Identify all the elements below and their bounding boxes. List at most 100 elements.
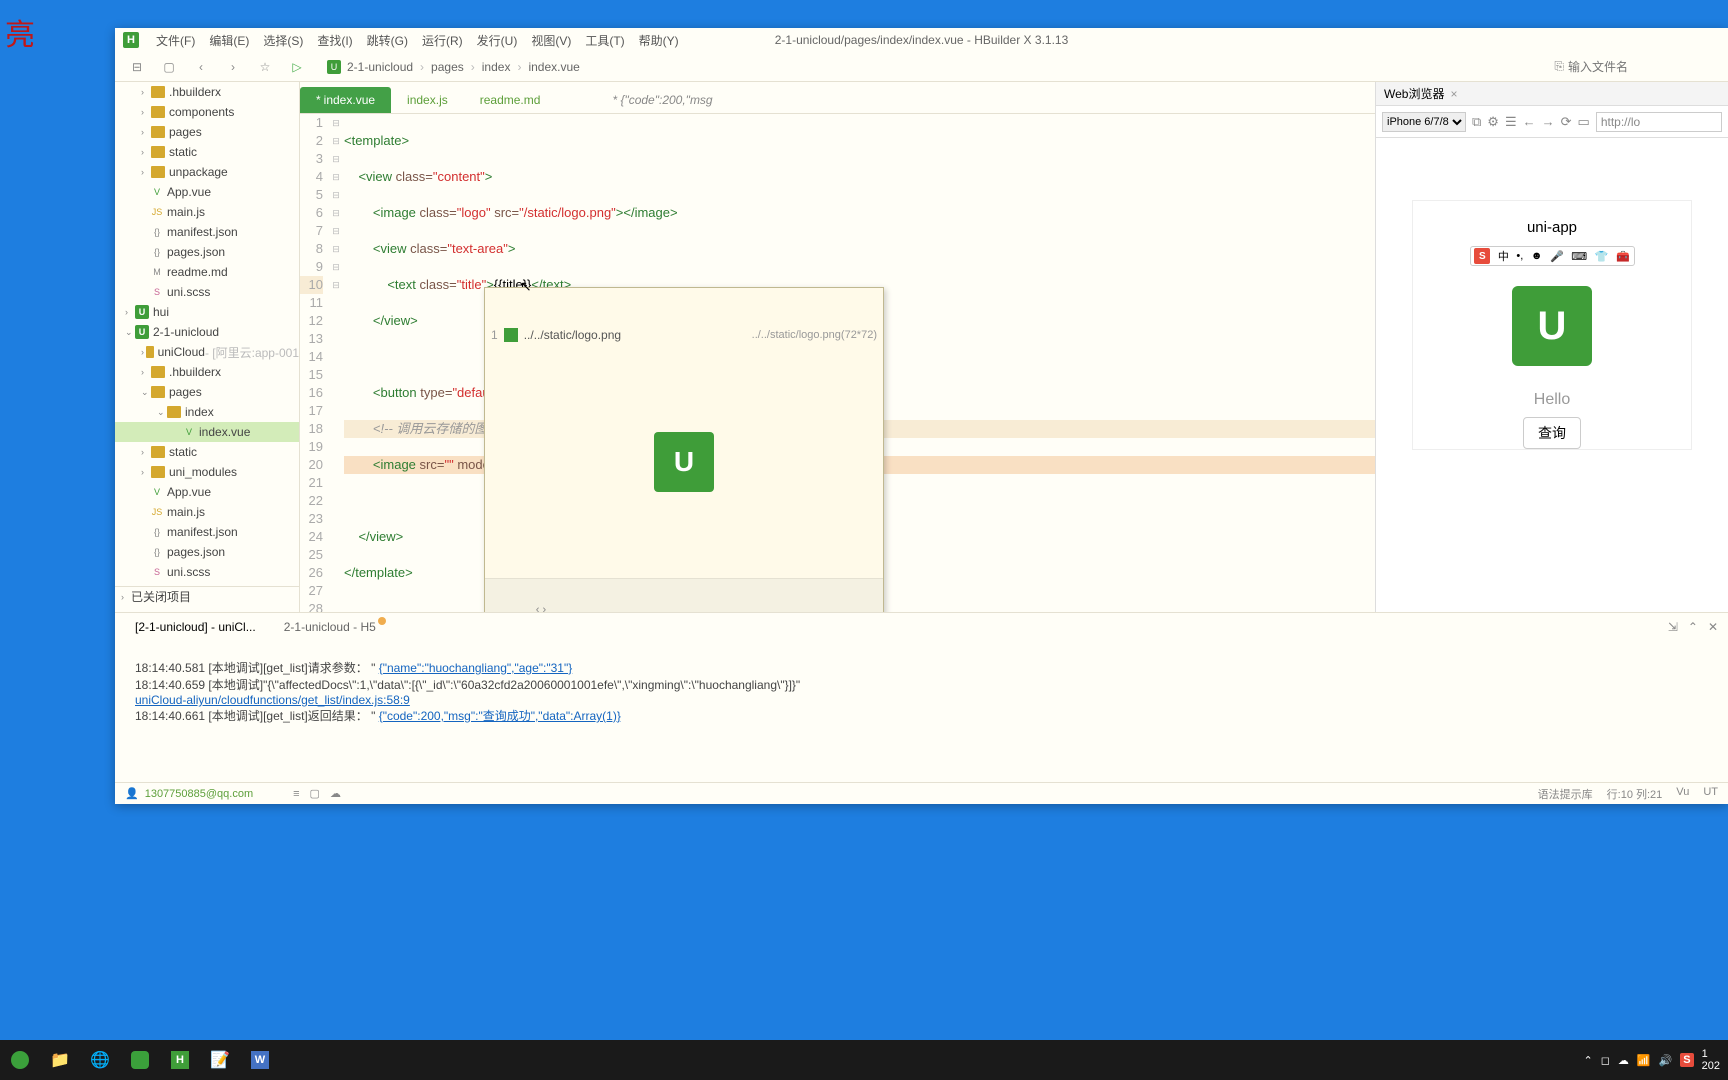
cloud-icon[interactable]: ☁: [330, 787, 341, 800]
url-input[interactable]: http://lo: [1596, 112, 1722, 132]
list-icon[interactable]: ≡: [293, 788, 299, 800]
start-button[interactable]: [0, 1040, 40, 1080]
terminal-icon[interactable]: ▢: [310, 787, 320, 800]
tray-chevron-icon[interactable]: ⌃: [1584, 1054, 1593, 1067]
menu-file[interactable]: 文件(F): [149, 32, 202, 49]
menu-view[interactable]: 视图(V): [524, 32, 578, 49]
tree-item-app-vue[interactable]: VApp.vue: [115, 182, 299, 202]
file-search[interactable]: ⎘: [1554, 59, 1718, 74]
crumb-pages[interactable]: pages: [427, 60, 468, 74]
code-editor[interactable]: 1234567891011121314151617181920212223242…: [300, 114, 1375, 612]
user-email[interactable]: 1307750885@qq.com: [145, 788, 253, 800]
menu-publish[interactable]: 发行(U): [470, 32, 525, 49]
ime-indicator-icon[interactable]: S: [1680, 1053, 1693, 1067]
hbuilder-icon[interactable]: H: [160, 1040, 200, 1080]
clock[interactable]: 1202: [1702, 1048, 1720, 1072]
devtools-icon[interactable]: ▭: [1578, 114, 1590, 130]
tree-item-pages[interactable]: ⌄pages: [115, 382, 299, 402]
tree-item-pages[interactable]: ›pages: [115, 122, 299, 142]
tree-item-uni-scss[interactable]: Suni.scss: [115, 562, 299, 582]
tree-item-manifest-json[interactable]: {}manifest.json: [115, 522, 299, 542]
ime-cn-label[interactable]: 中: [1498, 248, 1509, 264]
forward-icon[interactable]: ›: [221, 55, 245, 79]
tray-cloud-icon[interactable]: ☁: [1618, 1054, 1629, 1067]
tab-index-vue[interactable]: *index.vue: [300, 87, 391, 113]
system-tray[interactable]: ⌃ ◻ ☁ 📶 🔊 S 1202: [1584, 1048, 1728, 1072]
tree-item-main-js[interactable]: JSmain.js: [115, 502, 299, 522]
tree-item-index-vue[interactable]: Vindex.vue: [115, 422, 299, 442]
crumb-index[interactable]: index: [478, 60, 515, 74]
sogou-icon[interactable]: S: [1474, 248, 1490, 264]
punctuation-icon[interactable]: •,: [1516, 250, 1523, 262]
browser-back-icon[interactable]: ←: [1523, 114, 1536, 129]
back-icon[interactable]: ‹: [189, 55, 213, 79]
console-collapse-icon[interactable]: ⌃: [1688, 620, 1698, 634]
tree-item-pages-json[interactable]: {}pages.json: [115, 542, 299, 562]
tab-watch-json[interactable]: * {"code":200,"msg: [596, 87, 728, 113]
chrome-icon[interactable]: 🌐: [80, 1040, 120, 1080]
encoding[interactable]: UT: [1703, 786, 1718, 802]
query-button[interactable]: 查询: [1523, 417, 1581, 449]
tree-item-2-1-unicloud[interactable]: ⌄U2-1-unicloud: [115, 322, 299, 342]
device-select[interactable]: iPhone 6/7/8: [1382, 112, 1466, 132]
sidebar-toggle-icon[interactable]: ⊟: [125, 55, 149, 79]
toolbox-icon[interactable]: 🧰: [1616, 250, 1630, 263]
wechat-icon[interactable]: [120, 1040, 160, 1080]
tray-app-icon[interactable]: ◻: [1601, 1054, 1610, 1067]
tree-item-index[interactable]: ⌄index: [115, 402, 299, 422]
tab-readme-md[interactable]: readme.md: [464, 87, 557, 113]
tree-item-main-js[interactable]: JSmain.js: [115, 202, 299, 222]
wps-icon[interactable]: W: [240, 1040, 280, 1080]
file-search-input[interactable]: [1568, 60, 1718, 74]
notepad-icon[interactable]: 📝: [200, 1040, 240, 1080]
language-mode[interactable]: Vu: [1676, 786, 1689, 802]
syntax-hints[interactable]: 语法提示库: [1538, 786, 1593, 802]
browser-tab[interactable]: Web浏览器 ×: [1376, 82, 1728, 106]
tree-item--hbuilderx[interactable]: ›.hbuilderx: [115, 362, 299, 382]
tree-item-uni-modules[interactable]: ›uni_modules: [115, 462, 299, 482]
settings-icon[interactable]: ⚙: [1487, 114, 1499, 130]
menu-tools[interactable]: 工具(T): [578, 32, 631, 49]
external-icon[interactable]: ⧉: [1472, 114, 1481, 130]
menu-select[interactable]: 选择(S): [256, 32, 310, 49]
tree-item-static[interactable]: ›static: [115, 142, 299, 162]
tree-item-app-vue[interactable]: VApp.vue: [115, 482, 299, 502]
tree-item-readme-md[interactable]: Mreadme.md: [115, 262, 299, 282]
log-params-link[interactable]: {"name":"huochangliang","age":"31"}: [379, 661, 573, 675]
tree-item-unicloud[interactable]: ›uniCloud - [阿里云:app-001: [115, 342, 299, 362]
log-file-link[interactable]: uniCloud-aliyun/cloudfunctions/get_list/…: [135, 693, 410, 707]
browser-forward-icon[interactable]: →: [1542, 114, 1555, 129]
menu-edit[interactable]: 编辑(E): [202, 32, 256, 49]
skin-icon[interactable]: 👕: [1595, 250, 1609, 263]
keyboard-icon[interactable]: ⌨: [1571, 250, 1587, 263]
tree-item--hbuilderx[interactable]: ›.hbuilderx: [115, 82, 299, 102]
close-icon[interactable]: ×: [1450, 87, 1457, 101]
tree-item-manifest-json[interactable]: {}manifest.json: [115, 222, 299, 242]
tree-item-pages-json[interactable]: {}pages.json: [115, 242, 299, 262]
tree-item-hui[interactable]: ›Uhui: [115, 302, 299, 322]
console-export-icon[interactable]: ⇲: [1668, 620, 1678, 634]
refresh-icon[interactable]: ⟳: [1561, 114, 1572, 130]
console-tab-unicloud[interactable]: [2-1-unicloud] - uniCl...: [125, 616, 266, 638]
tree-item-uni-scss[interactable]: Suni.scss: [115, 282, 299, 302]
run-icon[interactable]: ▷: [285, 55, 309, 79]
tray-network-icon[interactable]: 📶: [1637, 1054, 1651, 1067]
menu-find[interactable]: 查找(I): [310, 32, 359, 49]
menu-goto[interactable]: 跳转(G): [360, 32, 415, 49]
menu-run[interactable]: 运行(R): [415, 32, 470, 49]
emoji-icon[interactable]: ☻: [1531, 250, 1543, 262]
tree-item-unpackage[interactable]: ›unpackage: [115, 162, 299, 182]
closed-projects[interactable]: › 已关闭项目: [115, 586, 299, 606]
user-icon[interactable]: 👤: [125, 787, 139, 800]
crumb-project[interactable]: 2-1-unicloud: [343, 60, 417, 74]
menu-help[interactable]: 帮助(Y): [632, 32, 686, 49]
log-result-link[interactable]: {"code":200,"msg":"查询成功","data":Array(1)…: [379, 709, 621, 723]
star-icon[interactable]: ☆: [253, 55, 277, 79]
ruler-icon[interactable]: ☰: [1505, 114, 1517, 130]
new-file-icon[interactable]: ▢: [157, 55, 181, 79]
file-explorer-icon[interactable]: 📁: [40, 1040, 80, 1080]
tab-index-js[interactable]: index.js: [391, 87, 464, 113]
console-tab-h5[interactable]: 2-1-unicloud - H5: [274, 616, 394, 638]
tree-item-components[interactable]: ›components: [115, 102, 299, 122]
autocomplete-item[interactable]: 1 ../../static/logo.png ../../static/log…: [485, 324, 883, 346]
